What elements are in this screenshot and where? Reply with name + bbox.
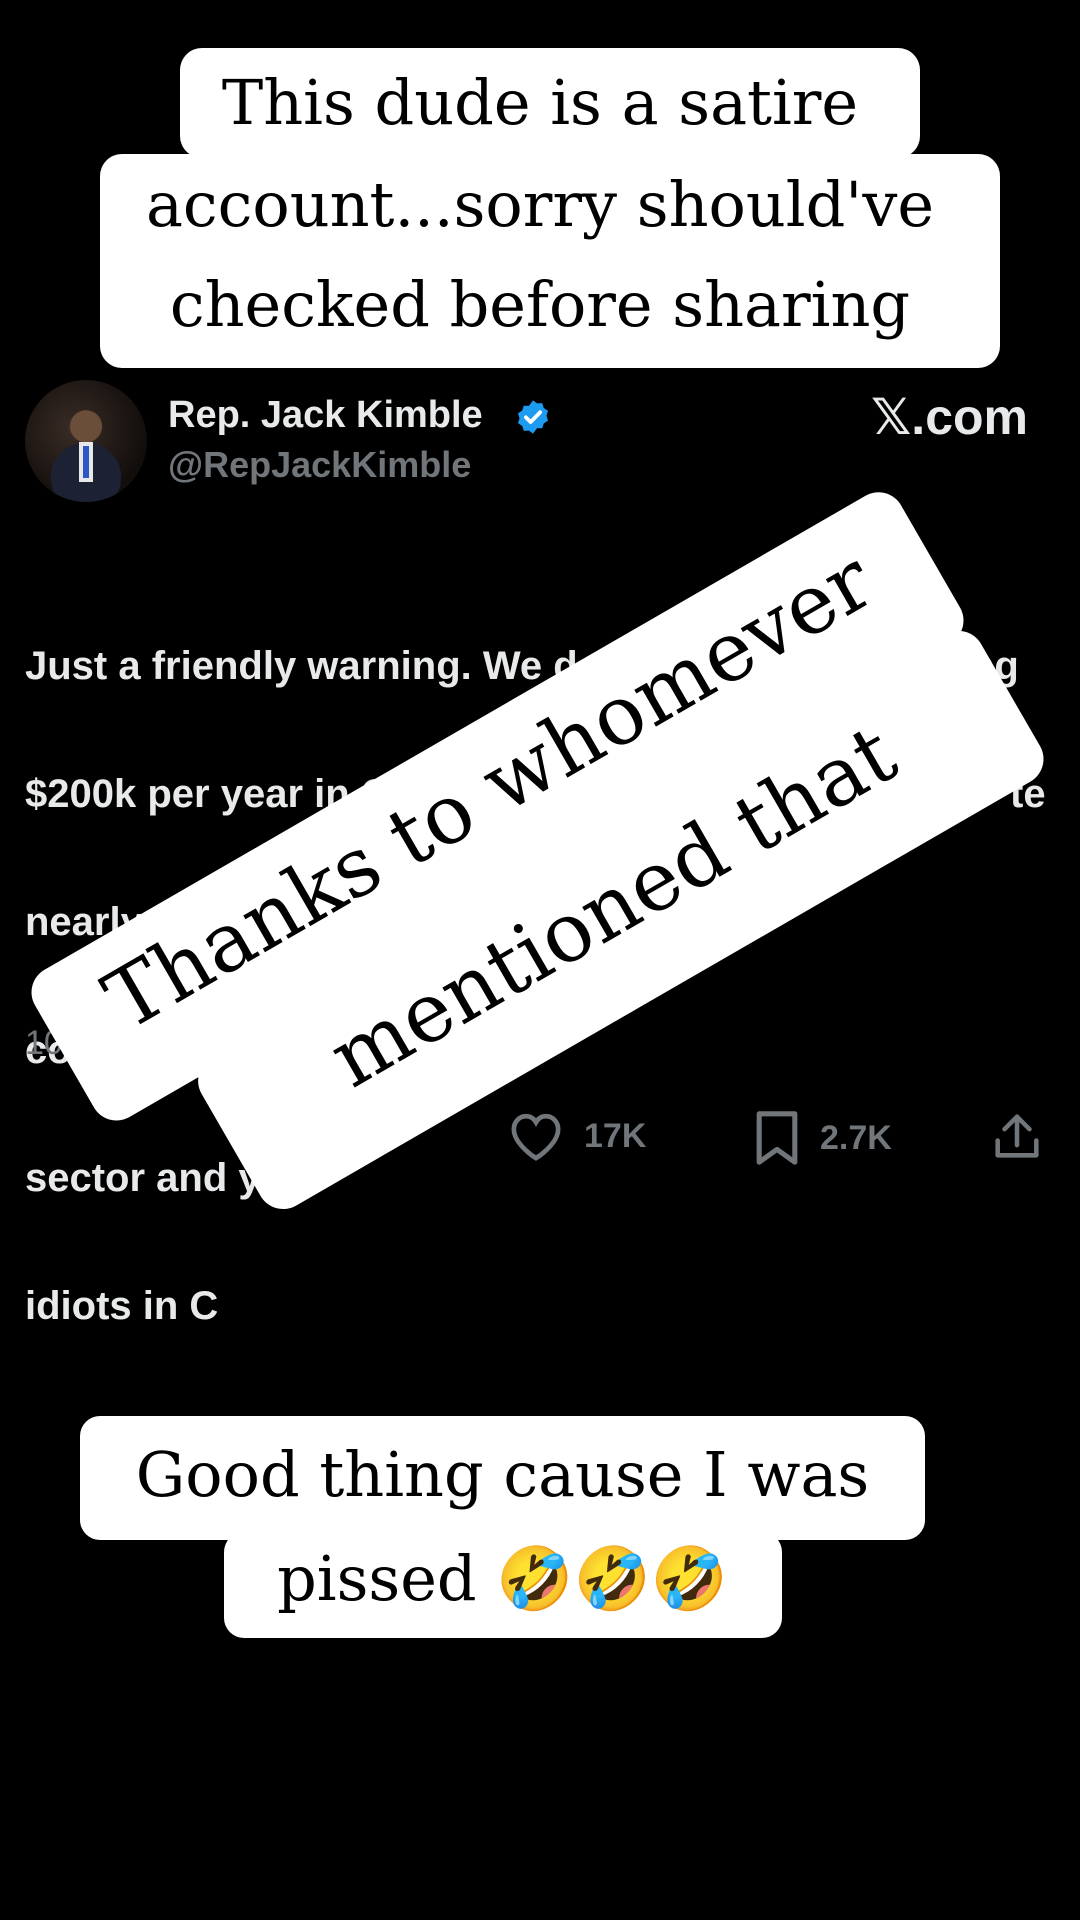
display-name[interactable]: Rep. Jack Kimble — [168, 394, 483, 437]
caption-line: account...sorry should've — [145, 168, 935, 241]
like-count: 17K — [584, 1116, 647, 1155]
bookmark-button[interactable]: 2.7K — [754, 1110, 892, 1166]
tweet-line: idiots in C — [25, 1284, 219, 1328]
verified-badge-icon — [517, 400, 549, 434]
action-bar: 17K 2.7K — [0, 1110, 1080, 1180]
caption-line: checked before sharing — [169, 268, 911, 341]
caption-line: pissed 🤣🤣🤣 — [277, 1542, 728, 1615]
bookmark-icon — [756, 1111, 798, 1165]
like-button[interactable]: 17K — [508, 1110, 646, 1162]
avatar-tie — [83, 446, 89, 478]
caption-line: Good thing cause I was — [135, 1438, 870, 1511]
heart-icon — [511, 1113, 561, 1161]
bookmark-count: 2.7K — [820, 1118, 892, 1157]
handle[interactable]: @RepJackKimble — [168, 444, 471, 486]
x-logo-icon: 𝕏 — [870, 388, 912, 446]
avatar[interactable] — [25, 380, 147, 502]
site-label: com — [925, 389, 1028, 445]
share-icon — [995, 1114, 1039, 1158]
share-button[interactable] — [992, 1110, 1042, 1162]
caption-line: This dude is a satire — [221, 66, 859, 139]
x-com-watermark: 𝕏.com — [870, 388, 1028, 446]
